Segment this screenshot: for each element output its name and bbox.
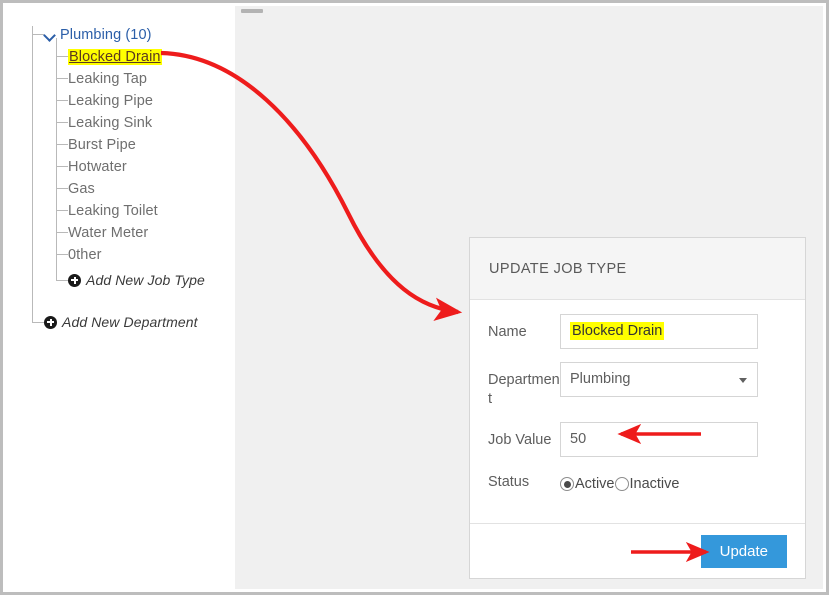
chevron-down-icon[interactable] [44,29,57,42]
tree-connector [32,322,44,323]
tree-item-label: Hotwater [68,159,127,175]
tree-item-plumbing[interactable]: Plumbing (10) [44,24,152,46]
department-control: Plumbing [560,362,787,397]
add-new-department-button[interactable]: Add New Department [44,311,198,333]
tree-connector [56,210,68,211]
add-new-department-label: Add New Department [62,314,198,330]
name-control: Blocked Drain [560,314,787,349]
status-label: Status [488,474,530,490]
job-value-label: Job Value [488,432,552,448]
plus-circle-icon[interactable] [68,273,81,287]
tree-item-leaking-tap[interactable]: Leaking Tap [68,68,147,90]
tree-connector [56,100,68,101]
tree-connector [56,188,68,189]
tree-item-leaking-toilet[interactable]: Leaking Toilet [68,200,158,222]
tree-item-label: 0ther [68,247,102,263]
name-input[interactable]: Blocked Drain [560,314,758,349]
status-control: Active Inactive [560,470,787,492]
form-row-department: Department Plumbing [488,362,787,409]
card-footer: Update [470,523,805,578]
app-screenshot: Plumbing (10) Blocked Drain Leaking Tap … [0,0,829,595]
tree-item-label: Leaking Sink [68,115,153,131]
tree-branch-line [56,38,57,281]
tree-item-blocked-drain[interactable]: Blocked Drain [68,46,162,68]
department-tree-panel: Plumbing (10) Blocked Drain Leaking Tap … [6,6,235,592]
tree-connector [56,166,68,167]
chevron-down-icon[interactable] [739,378,747,383]
tree-connector [56,254,68,255]
status-radio-inactive[interactable]: Inactive [614,476,680,492]
tree-item-label: Plumbing (10) [60,27,152,43]
tree-trunk-line [32,26,33,322]
tree-item-burst-pipe[interactable]: Burst Pipe [68,134,136,156]
tree-item-water-meter[interactable]: Water Meter [68,222,148,244]
tree-connector [56,232,68,233]
status-radio-active[interactable]: Active [560,476,615,492]
department-select[interactable]: Plumbing [560,362,758,397]
tree-item-label: Water Meter [68,225,149,241]
tree-item-label: Leaking Tap [68,71,148,87]
job-value-input[interactable]: 50 [560,422,758,457]
update-job-type-card: UPDATE JOB TYPE Name Blocked Drain Depar… [469,237,806,579]
add-new-job-type-label: Add New Job Type [86,272,205,288]
status-radio-active-label: Active [575,476,615,492]
tree-item-leaking-pipe[interactable]: Leaking Pipe [68,90,153,112]
update-button[interactable]: Update [700,534,787,568]
tree-item-label: Burst Pipe [68,137,136,153]
name-input-value: Blocked Drain [570,322,665,340]
form-row-job-value: Job Value 50 [488,422,787,457]
add-new-job-type-button[interactable]: Add New Job Type [68,269,205,291]
card-body: Name Blocked Drain Department Plumbing J… [470,300,805,523]
tree-item-hotwater[interactable]: Hotwater [68,156,127,178]
tree-connector [56,56,68,57]
form-row-status: Status Active Inactive [488,470,787,492]
tree-connector [56,78,68,79]
tree-item-label: Leaking Pipe [68,93,154,109]
tree-connector [56,122,68,123]
job-value-control: 50 [560,422,787,457]
name-label: Name [488,324,527,340]
department-select-value: Plumbing [570,371,631,387]
department-label: Department [488,372,560,407]
tree-connector [56,144,68,145]
radio-filled-icon[interactable] [560,477,574,491]
status-radio-inactive-label: Inactive [629,476,680,492]
tree-item-label: Blocked Drain [68,49,162,65]
tree-item-leaking-sink[interactable]: Leaking Sink [68,112,152,134]
tree-item-other[interactable]: 0ther [68,244,102,266]
radio-empty-icon[interactable] [614,477,629,491]
card-header: UPDATE JOB TYPE [470,238,805,300]
panel-splitter-handle[interactable] [241,9,263,13]
card-title: UPDATE JOB TYPE [489,260,627,277]
tree-item-gas[interactable]: Gas [68,178,95,200]
form-row-name: Name Blocked Drain [488,314,787,349]
tree-connector [56,280,68,281]
tree-item-label: Gas [68,181,95,197]
tree-item-label: Leaking Toilet [68,203,158,219]
plus-circle-icon[interactable] [44,315,57,329]
